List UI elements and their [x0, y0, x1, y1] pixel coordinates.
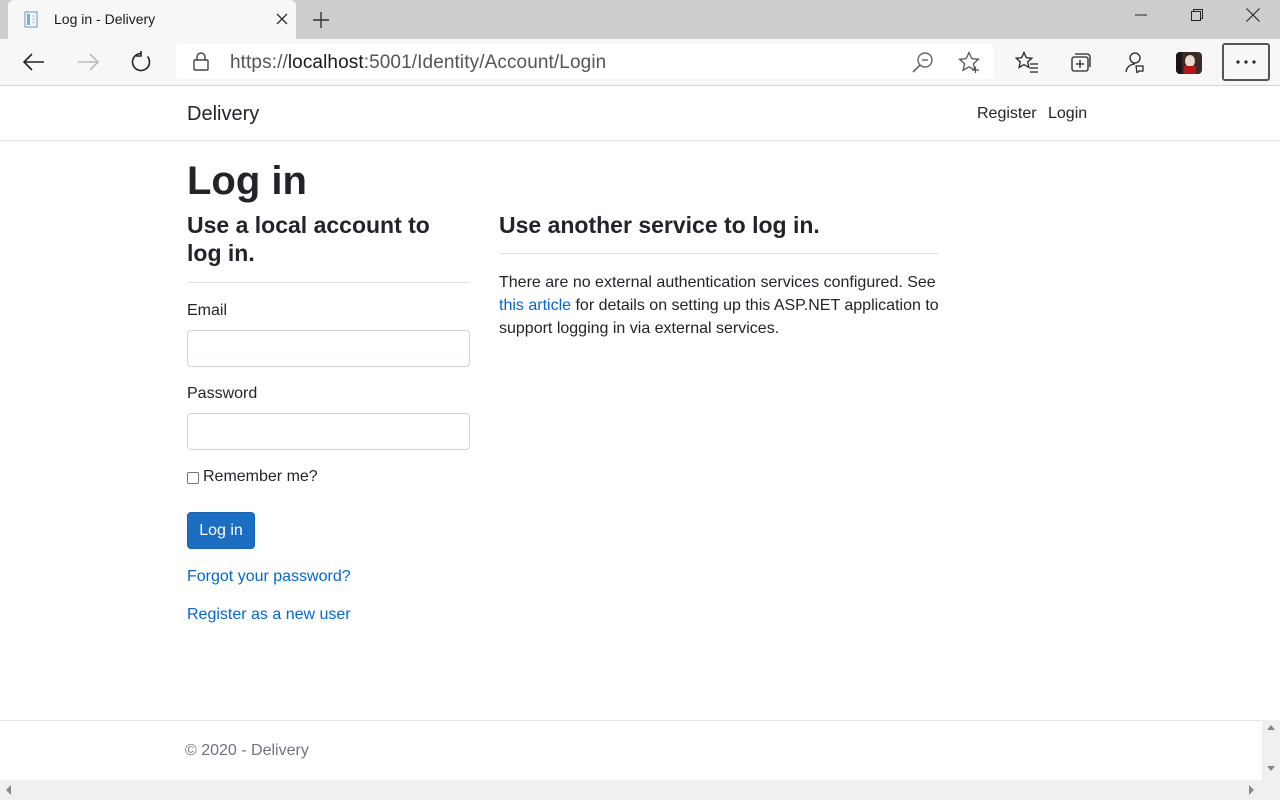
browser-toolbar: https://localhost:5001/Identity/Account/… — [0, 39, 1280, 86]
close-window-icon[interactable] — [1226, 0, 1280, 30]
favorite-star-icon[interactable] — [958, 50, 980, 73]
vertical-scrollbar[interactable] — [1262, 720, 1280, 780]
email-field[interactable] — [187, 330, 470, 367]
feedback-icon[interactable] — [1116, 45, 1152, 79]
password-label: Password — [187, 385, 258, 402]
page-icon — [24, 11, 40, 28]
page-title: Log in — [187, 159, 307, 203]
forward-arrow-icon — [70, 45, 106, 79]
local-login-section: Use a local account to log in. Email Pas… — [187, 211, 470, 623]
refresh-icon[interactable] — [123, 45, 159, 79]
restore-icon[interactable] — [1170, 0, 1224, 30]
browser-tabstrip: Log in - Delivery — [0, 0, 1280, 39]
nav-register-link[interactable]: Register — [977, 105, 1037, 123]
divider — [187, 282, 470, 283]
external-login-section: Use another service to log in. There are… — [499, 211, 939, 340]
collections-icon[interactable] — [1063, 45, 1099, 79]
new-tab-icon[interactable] — [308, 7, 334, 33]
password-field[interactable] — [187, 413, 470, 450]
nav-login-link[interactable]: Login — [1048, 105, 1087, 123]
close-icon[interactable] — [272, 9, 292, 29]
horizontal-scrollbar[interactable] — [0, 780, 1280, 800]
footer-copyright: © 2020 - Delivery — [185, 742, 309, 759]
remember-me-label[interactable]: Remember me? — [203, 468, 318, 486]
divider — [499, 253, 938, 254]
local-login-heading: Use a local account to log in. — [187, 212, 430, 266]
register-new-user-link[interactable]: Register as a new user — [187, 606, 351, 624]
minimize-icon[interactable] — [1114, 0, 1168, 30]
forgot-password-link[interactable]: Forgot your password? — [187, 568, 351, 586]
external-login-heading: Use another service to log in. — [499, 212, 820, 238]
email-label: Email — [187, 302, 228, 319]
external-info-text: There are no external authentication ser… — [499, 274, 939, 337]
browser-tab[interactable]: Log in - Delivery — [8, 0, 296, 39]
url-text[interactable]: https://localhost:5001/Identity/Account/… — [230, 52, 606, 74]
tab-title: Log in - Delivery — [54, 11, 156, 27]
brand-link[interactable]: Delivery — [187, 103, 259, 126]
remember-me-checkbox[interactable] — [187, 472, 199, 484]
address-bar[interactable]: https://localhost:5001/Identity/Account/… — [176, 44, 994, 79]
favorites-icon[interactable] — [1009, 45, 1045, 79]
site-footer: © 2020 - Delivery — [0, 720, 1262, 780]
login-button[interactable]: Log in — [187, 512, 255, 549]
article-link[interactable]: this article — [499, 297, 571, 314]
back-arrow-icon[interactable] — [16, 45, 52, 79]
page-viewport: Delivery Register Login Log in Use a loc… — [0, 86, 1280, 800]
zoom-icon[interactable] — [912, 51, 934, 73]
lock-icon[interactable] — [192, 52, 210, 71]
settings-more-button[interactable] — [1222, 43, 1270, 81]
profile-avatar[interactable] — [1176, 52, 1202, 74]
site-navbar: Delivery Register Login — [0, 86, 1280, 141]
